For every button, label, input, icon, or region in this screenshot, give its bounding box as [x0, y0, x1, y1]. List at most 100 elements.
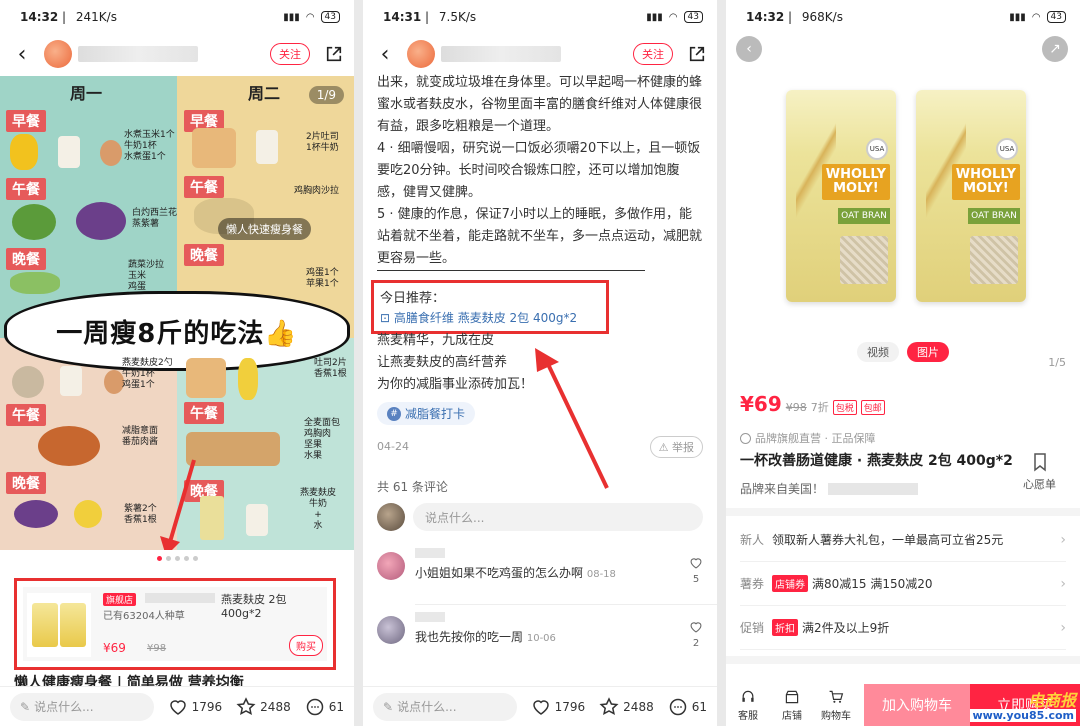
banana-image [238, 358, 258, 400]
share-icon[interactable] [324, 44, 344, 64]
comment-text: 我也先按你的吃一周 10-06 [415, 628, 556, 645]
row-text: 满80减15 满150减20 [812, 577, 933, 591]
price-row: ¥69 ¥98 7折 包税 包邮 [740, 392, 885, 416]
carousel-dot[interactable] [192, 556, 198, 561]
add-to-cart-button[interactable]: 加入购物车 [864, 684, 970, 726]
promo-row-newuser[interactable]: 新人 领取新人薯券大礼包，一单最高可立省25元 › [740, 518, 1066, 562]
tab-images[interactable]: 图片 [907, 342, 949, 362]
author-name-blurred[interactable] [441, 46, 561, 62]
back-icon[interactable]: ‹ [373, 42, 397, 67]
carousel-dot[interactable] [183, 556, 189, 561]
status-time: 14:32 [20, 10, 59, 24]
red-arrow-icon [535, 348, 609, 489]
lunch-box-image [186, 432, 280, 466]
brand-logo: WHOLLY MOLY! [821, 164, 890, 200]
food-note: 吐司2片 香蕉1根 [314, 358, 347, 379]
chevron-right-icon: › [1060, 575, 1066, 592]
comment-item[interactable]: 我也先按你的吃一周 10-06 2 [377, 612, 703, 672]
meal-label: 午餐 [184, 402, 224, 424]
report-button[interactable]: ⚠ 举报 [649, 436, 703, 458]
cart-button[interactable]: 购物车 [814, 684, 858, 726]
like-button[interactable]: 1796 [531, 697, 585, 717]
author-name-blurred[interactable] [78, 46, 198, 62]
recommendation-product-link[interactable]: ⊡ 高膳食纤维 燕麦麸皮 2包 400g*2 [380, 309, 577, 326]
comment-like-count: 2 [692, 638, 700, 649]
battery-icon: 43 [320, 11, 340, 23]
share-icon[interactable] [687, 44, 707, 64]
image-tag-pill[interactable]: 懒人快速瘦身餐 [218, 218, 311, 240]
commenter-name-blurred[interactable] [415, 612, 445, 622]
comment-like-button[interactable]: 5 [689, 556, 703, 585]
product-card-highlight[interactable]: 旗舰店 燕麦麸皮 2包 400g*2 已有63204人种草 ¥69 ¥98 购买 [14, 578, 336, 670]
free-shipping-tag: 包邮 [860, 400, 885, 415]
guarantee-text: 品牌旗舰直营 · 正品保障 [755, 432, 876, 445]
comment-input[interactable]: ✎ 说点什么... [373, 692, 517, 721]
back-icon[interactable]: ‹ [736, 36, 762, 62]
shop-button[interactable]: 店铺 [770, 684, 814, 726]
heart-icon [690, 622, 702, 633]
corn-image [10, 134, 38, 170]
pencil-icon: ✎ [383, 699, 394, 714]
wishlist-button[interactable]: 心愿单 [1023, 452, 1056, 492]
author-avatar[interactable] [44, 40, 72, 68]
follow-button[interactable]: 关注 [270, 43, 310, 65]
back-icon[interactable]: ‹ [10, 42, 34, 67]
meal-label: 午餐 [184, 176, 224, 198]
comment-count: 61 [691, 699, 707, 714]
collect-button[interactable]: 2488 [599, 696, 654, 717]
service-button[interactable]: 客服 [726, 684, 770, 726]
hashtag-icon: # [387, 406, 401, 421]
comment-item[interactable]: 小姐姐如果不吃鸡蛋的怎么办啊 08-18 5 [377, 548, 703, 608]
bottom-action-bar: ✎ 说点什么... 1796 2488 61 [363, 686, 717, 726]
promo-row-coupon[interactable]: 薯券 店铺券 满80减15 满150减20 › [740, 562, 1066, 606]
carousel-dot[interactable] [156, 556, 162, 561]
author-avatar[interactable] [407, 40, 435, 68]
shop-label: 店铺 [782, 710, 802, 722]
bottom-action-bar: ✎ 说点什么... 1796 2488 61 [0, 686, 354, 726]
comment-input[interactable]: ✎ 说点什么... [10, 692, 154, 721]
usa-badge: USA [996, 138, 1018, 160]
day-label-tue: 周二 [248, 84, 281, 103]
watermark-logo: 电商报 [1027, 691, 1076, 710]
row-label: 薯券 [740, 577, 765, 591]
heart-icon [690, 558, 702, 569]
collect-button[interactable]: 2488 [236, 696, 291, 717]
tab-video[interactable]: 视频 [857, 342, 899, 362]
service-label: 客服 [738, 710, 758, 722]
food-note: 2片吐司 1杯牛奶 [306, 132, 339, 153]
meal-label: 午餐 [6, 178, 46, 200]
food-note: 全麦面包 鸡胸肉 坚果 水果 [304, 418, 341, 461]
follow-button[interactable]: 关注 [633, 43, 673, 65]
topic-tag-label: 减脂餐打卡 [405, 407, 466, 421]
comment-input[interactable]: 说点什么... [413, 503, 703, 531]
product-gallery[interactable]: USA WHOLLY MOLY! OAT BRAN USA WHOLLY MOL… [766, 90, 1046, 310]
buy-button[interactable]: 购买 [289, 635, 323, 656]
flagship-badge: 旗舰店 [103, 593, 137, 606]
headline-bubble: 一周瘦8斤的吃法👍 [4, 291, 350, 371]
comment-button[interactable]: 61 [305, 697, 344, 717]
commenter-name-blurred[interactable] [415, 548, 445, 558]
share-icon[interactable]: ↗ [1042, 36, 1068, 62]
like-button[interactable]: 1796 [168, 697, 222, 717]
heart-icon [169, 699, 186, 715]
purple-potato-image [76, 202, 126, 240]
carousel-dot[interactable] [165, 556, 171, 561]
status-speed: 7.5K/s [438, 10, 477, 24]
comment-button[interactable]: 61 [668, 697, 707, 717]
product-bag-image: USA WHOLLY MOLY! OAT BRAN [786, 90, 896, 302]
commenter-avatar[interactable] [377, 616, 405, 644]
paragraph: 出来，就变成垃圾堆在身体里。可以早起喝一杯健康的蜂蜜水或者麸皮水，谷物里面丰富的… [377, 75, 703, 134]
food-note: 白灼西兰花 蒸紫薯 [132, 208, 178, 229]
product-title: 燕麦麸皮 2包 400g*2 [221, 593, 287, 620]
meal-plan-image[interactable]: 周一 周二 1/9 早餐 早餐 午餐 午餐 晚餐 晚餐 午餐 午餐 晚餐 晚餐 … [0, 76, 354, 550]
comment-divider [415, 604, 717, 605]
product-card[interactable]: 旗舰店 燕麦麸皮 2包 400g*2 已有63204人种草 ¥69 ¥98 购买 [23, 587, 327, 661]
comment-like-button[interactable]: 2 [689, 620, 703, 649]
commenter-avatar[interactable] [377, 552, 405, 580]
carousel-dot[interactable] [174, 556, 180, 561]
promo-row-discount[interactable]: 促销 折扣 满2件及以上9折 › [740, 606, 1066, 650]
topic-tag[interactable]: # 减脂餐打卡 [377, 402, 476, 425]
original-price: ¥98 [785, 401, 807, 414]
chevron-right-icon: › [1060, 619, 1066, 636]
meal-label: 早餐 [6, 110, 46, 132]
